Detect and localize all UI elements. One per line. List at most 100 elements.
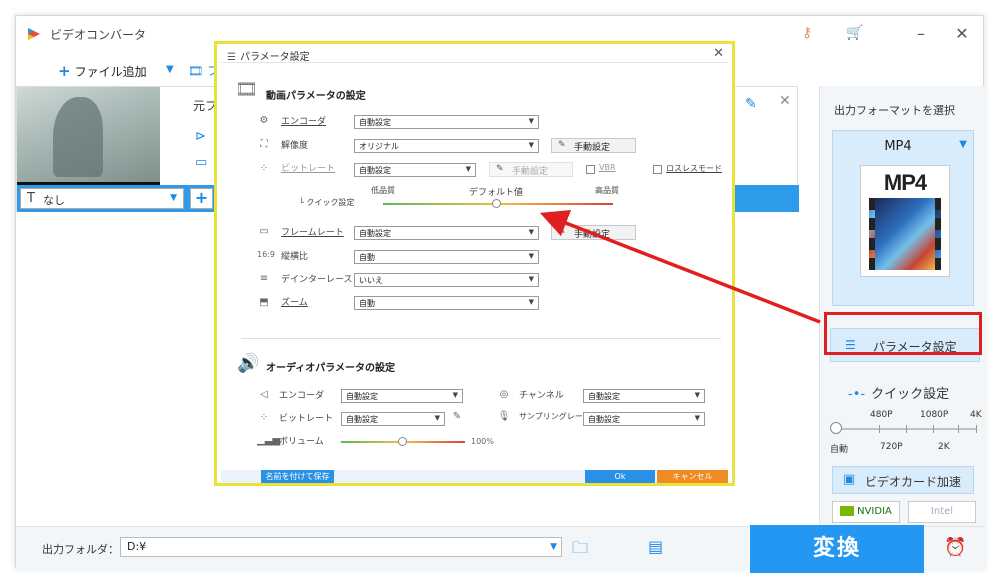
film-icon[interactable]: ▤ [648, 537, 663, 556]
nvidia-toggle[interactable]: NVIDIA [832, 501, 900, 523]
chevron-down-icon: ▼ [694, 414, 700, 422]
audio-bitrate-icon: ⁘ [259, 412, 269, 423]
quality-low-label: 低品質 [371, 186, 395, 195]
cancel-button[interactable]: キャンセル [657, 470, 728, 483]
minimize-button[interactable]: – [911, 24, 931, 43]
quick-label-720p: 720P [880, 442, 903, 452]
volume-value: 100% [471, 437, 494, 446]
dialog-close-icon[interactable]: ✕ [713, 46, 724, 61]
channel-label: チャンネル [519, 391, 564, 401]
quick-title-label: クイック設定 [871, 387, 950, 402]
open-folder-icon[interactable]: 🗀 [572, 537, 588, 564]
text-icon: T [27, 191, 35, 206]
framerate-manual-button[interactable]: ✎ 手動設定 [551, 225, 636, 240]
film-strip-graphic [869, 198, 941, 270]
intel-toggle[interactable]: Intel [908, 501, 976, 523]
play-file-icon[interactable]: ⊳ [195, 129, 206, 144]
bitrate-value: 自動設定 [359, 166, 391, 175]
encoder-select[interactable]: 自動設定 ▼ [354, 115, 539, 129]
encoder-label[interactable]: エンコーダ [281, 114, 326, 127]
resolution-manual-button[interactable]: ✎ 手動設定 [551, 138, 636, 153]
manual-label: 手動設定 [574, 143, 611, 153]
parameter-dialog: ☰ パラメータ設定 ✕ 🎞 動画パラメータの設定 ⚙ エンコーダ 自動設定 ▼ ⛶ … [217, 44, 732, 483]
sampling-value: 自動設定 [588, 415, 620, 424]
format-name: MP4 [884, 139, 912, 154]
chevron-down-icon: ▼ [465, 165, 471, 173]
quick-slider-tick [879, 425, 880, 433]
lossless-label: ロスレスモード [666, 164, 722, 173]
quick-slider-tick [976, 425, 977, 433]
save-as-button[interactable]: 名前を付けて保存 [261, 470, 334, 483]
edit-pencil-icon[interactable]: ✎ [745, 96, 757, 112]
deinterlace-value: いいえ [359, 276, 383, 285]
bitrate-label[interactable]: ビットレート [281, 161, 335, 174]
add-subtitle-button[interactable]: + [190, 188, 213, 209]
quality-default-label: デフォルト値 [469, 188, 524, 198]
quick-label-4k: 4K [970, 410, 982, 420]
alarm-clock-icon[interactable]: ⏰ [944, 537, 966, 558]
sampling-label: サンプリングレート [519, 412, 591, 421]
zoom-select[interactable]: 自動 ▼ [354, 296, 539, 310]
chevron-down-icon: ▼ [528, 141, 534, 149]
vbr-label: VBR [599, 163, 616, 172]
video-thumbnail[interactable] [17, 87, 160, 182]
add-file-dropdown-icon[interactable]: ▼ [166, 64, 174, 75]
resolution-select[interactable]: オリジナル ▼ [354, 139, 539, 153]
folder-file-icon[interactable]: ▭ [195, 155, 207, 170]
zoom-label[interactable]: ズーム [281, 295, 308, 308]
vbr-checkbox[interactable] [586, 165, 595, 174]
framerate-label[interactable]: フレームレート [281, 225, 344, 238]
plus-icon: + [58, 62, 71, 80]
audio-encoder-label: エンコーダ [279, 391, 325, 401]
resolution-value: オリジナル [359, 142, 399, 151]
chevron-down-icon: ▼ [528, 252, 534, 260]
quality-high-label: 高品質 [595, 186, 619, 195]
bitrate-manual-button[interactable]: ✎ 手動設定 [489, 162, 573, 177]
deinterlace-select[interactable]: いいえ ▼ [354, 273, 539, 287]
audio-encoder-select[interactable]: 自動設定 ▼ [341, 389, 463, 403]
aspect-select[interactable]: 自動 ▼ [354, 250, 539, 264]
chevron-down-icon: ▼ [452, 391, 458, 399]
format-selector[interactable]: MP4 ▼ MP4 [832, 130, 974, 306]
close-window-button[interactable]: ✕ [952, 24, 972, 43]
section-divider [241, 338, 721, 339]
channel-select[interactable]: 自動設定 ▼ [583, 389, 705, 403]
lossless-checkbox[interactable] [653, 165, 662, 174]
pencil-icon: ✎ [558, 140, 566, 150]
quick-slider-tick [906, 425, 907, 433]
convert-button[interactable]: 変換 [750, 525, 924, 573]
gpu-acceleration-button[interactable]: ▣ ビデオカード加速 [832, 466, 974, 494]
key-icon[interactable]: ⚷ [802, 25, 812, 41]
bitrate-select[interactable]: 自動設定 ▼ [354, 163, 476, 177]
deinterlace-icon: ≡ [259, 273, 269, 284]
format-image-text: MP4 [883, 170, 927, 195]
audio-bitrate-label: ビットレート [279, 414, 334, 424]
volume-slider-knob[interactable] [398, 437, 407, 446]
output-folder-label: 出力フォルダ： [42, 543, 119, 556]
ok-button[interactable]: Ok [585, 470, 655, 483]
remove-file-icon[interactable]: ✕ [779, 93, 791, 109]
framerate-icon: ▭ [259, 226, 269, 237]
quality-slider-knob[interactable] [492, 199, 501, 208]
subtitle-select[interactable]: T なし ▼ [20, 188, 184, 209]
pencil-icon: ✎ [496, 164, 504, 174]
aspect-value: 自動 [359, 253, 375, 262]
add-file-button[interactable]: + ファイル追加 [58, 62, 147, 80]
quick-label-2k: 2K [938, 442, 950, 452]
chevron-down-icon: ▼ [959, 139, 967, 150]
sampling-select[interactable]: 自動設定 ▼ [583, 412, 705, 426]
audio-bitrate-select[interactable]: 自動設定 ▼ [341, 412, 445, 426]
intel-label: Intel [930, 506, 954, 517]
app-title: ビデオコンバータ [50, 28, 147, 42]
audio-section-title: オーディオパラメータの設定 [266, 363, 395, 374]
framerate-select[interactable]: 自動設定 ▼ [354, 226, 539, 240]
audio-bitrate-edit-icon[interactable]: ✎ [450, 411, 464, 422]
deinterlace-label: デインターレース [281, 275, 353, 285]
output-folder-select[interactable]: D:¥ ▼ [120, 537, 562, 557]
quick-slider-tick [958, 425, 959, 433]
gpu-button-label: ビデオカード加速 [865, 475, 962, 489]
channel-icon: ◎ [499, 389, 509, 400]
app-logo-icon [28, 28, 40, 40]
quick-slider-knob[interactable] [830, 422, 842, 434]
cart-icon[interactable]: 🛒 [846, 25, 863, 41]
